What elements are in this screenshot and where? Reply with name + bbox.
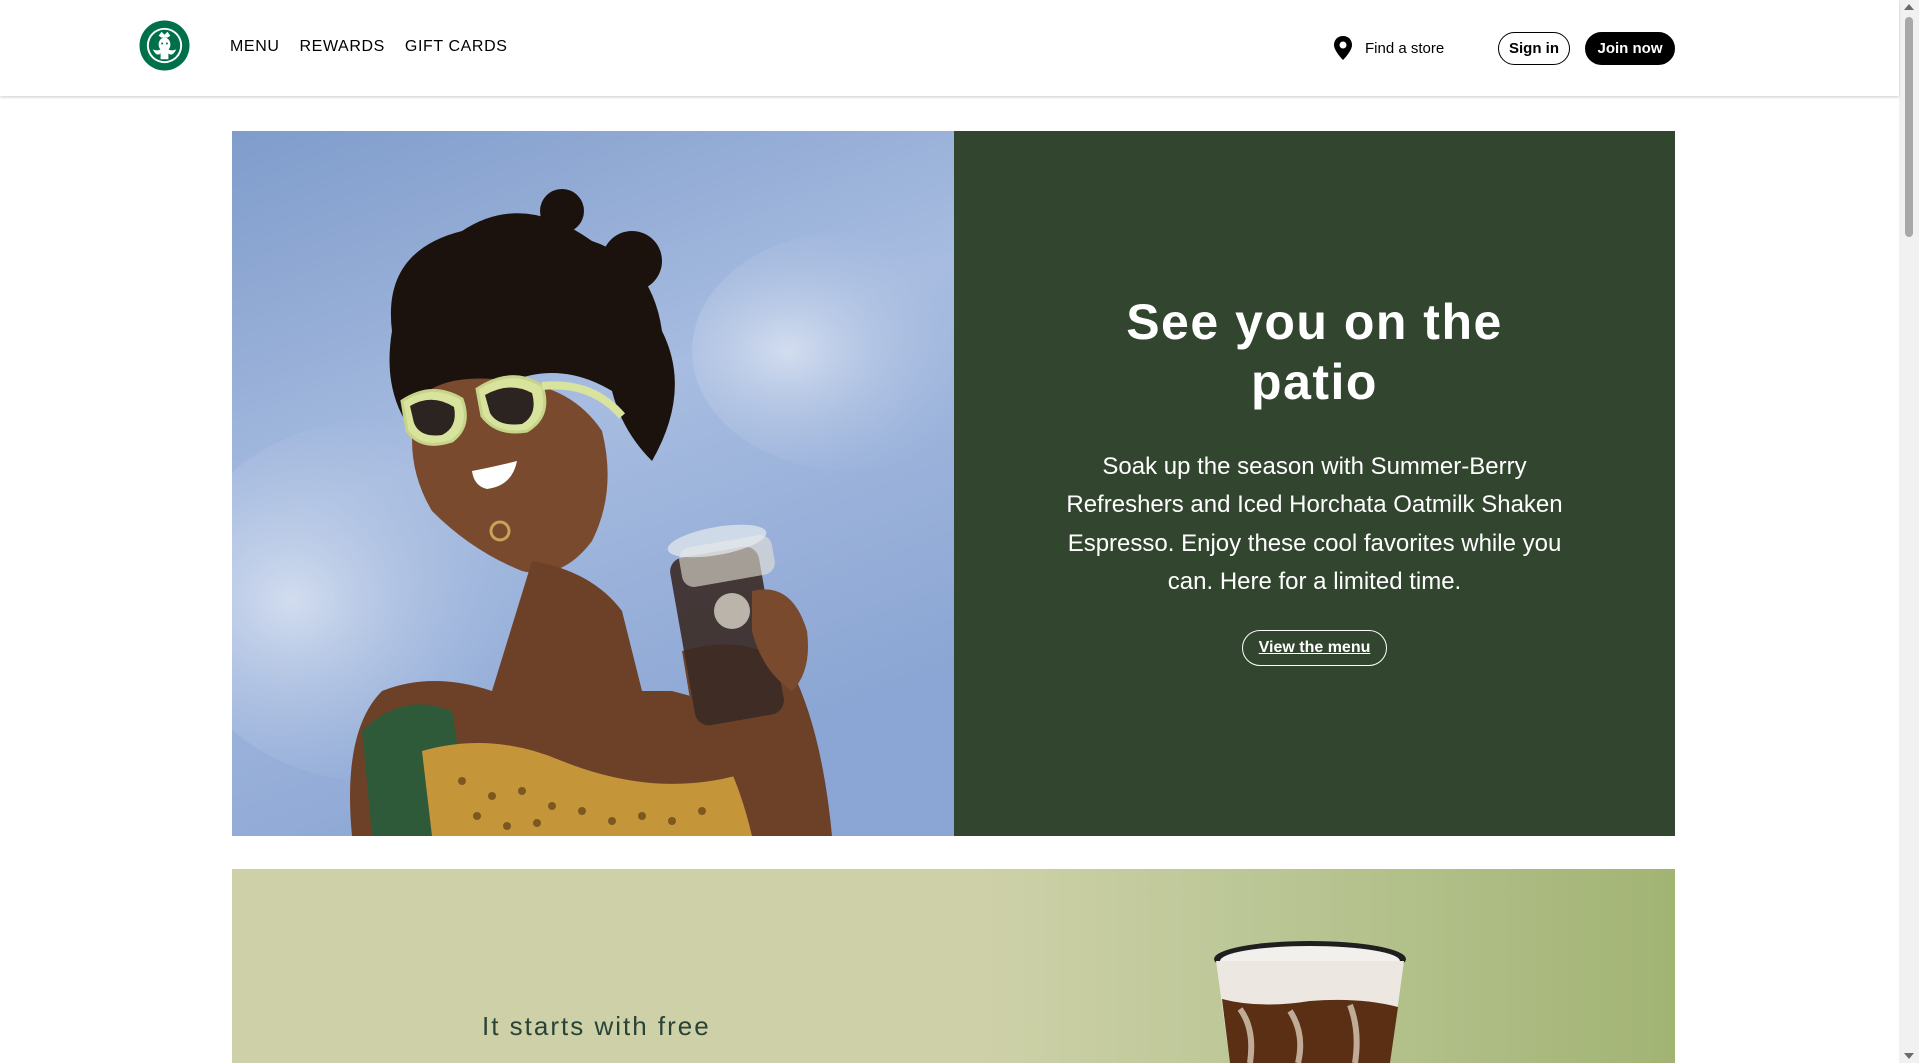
sign-in-button[interactable]: Sign in — [1498, 32, 1570, 65]
scroll-up-icon[interactable] — [1904, 4, 1914, 10]
hero-section: See you on the patio Soak up the season … — [232, 131, 1675, 836]
find-store-link[interactable]: Find a store — [1333, 36, 1444, 60]
band-title: It starts with free — [482, 1011, 711, 1041]
starbucks-logo[interactable] — [139, 20, 190, 71]
find-store-label: Find a store — [1365, 39, 1445, 57]
scrollbar-thumb[interactable] — [1905, 17, 1913, 237]
page-scrollbar[interactable] — [1899, 0, 1919, 1063]
hero-title: See you on the patio — [1126, 293, 1503, 410]
hero-body: Soak up the season with Summer-Berry Ref… — [1066, 452, 1563, 596]
rewards-band: It starts with free — [232, 869, 1675, 1063]
hero-image — [232, 131, 954, 836]
location-pin-icon — [1334, 36, 1352, 60]
site-header: MENU REWARDS GIFT CARDS Find a store Sig… — [0, 0, 1899, 96]
join-now-button[interactable]: Join now — [1585, 32, 1675, 65]
scroll-down-icon[interactable] — [1904, 1053, 1914, 1059]
view-menu-button[interactable]: View the menu — [1241, 629, 1388, 666]
nav-menu[interactable]: MENU — [230, 38, 280, 56]
nav-gift-cards[interactable]: GIFT CARDS — [405, 38, 508, 56]
drink-cup-image — [1214, 941, 1406, 1063]
nav-rewards[interactable]: REWARDS — [300, 38, 385, 56]
main-nav: MENU REWARDS GIFT CARDS — [230, 38, 508, 56]
hero-photo-illustration — [232, 131, 954, 836]
hero-text-panel: See you on the patio Soak up the season … — [954, 131, 1675, 836]
